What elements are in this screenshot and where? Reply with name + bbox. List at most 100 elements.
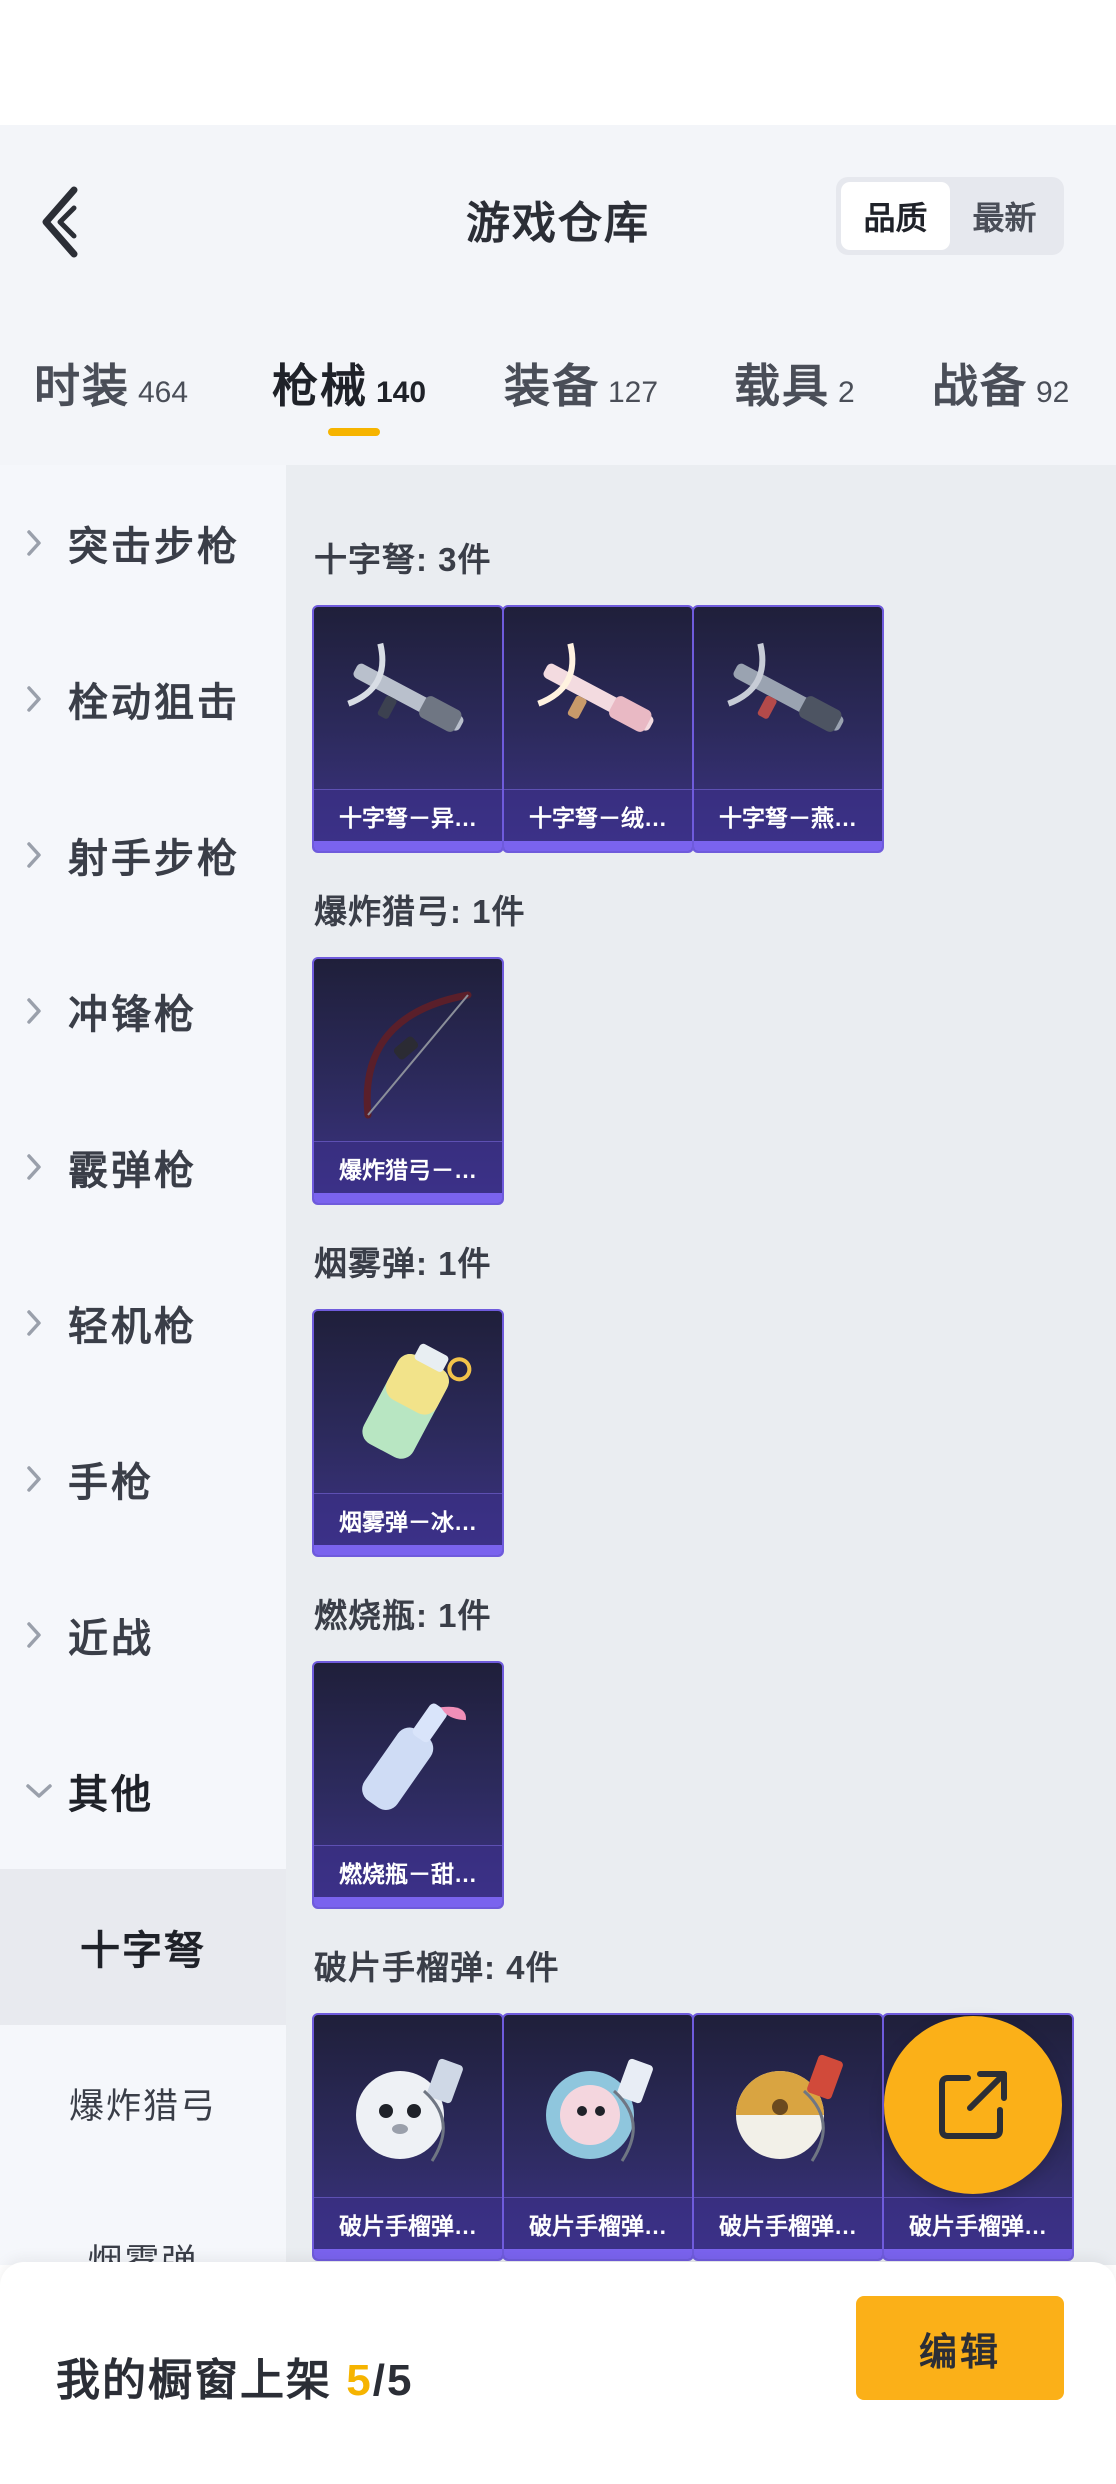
sidebar-item-bolt-sniper[interactable]: 栓动狙击 xyxy=(0,621,286,777)
sidebar-item-label: 射手步枪 xyxy=(68,837,240,881)
sidebar-item-label: 轻机枪 xyxy=(68,1305,197,1349)
tab-label: 装备 xyxy=(504,360,600,412)
tab-fashion[interactable]: 时装 464 xyxy=(34,350,188,416)
item-card[interactable]: 十字弩－绒… xyxy=(502,605,694,853)
sidebar-item-label: 其他 xyxy=(68,1773,154,1817)
rarity-bar xyxy=(504,2249,692,2259)
status-bar xyxy=(0,0,1116,125)
tab-count: 92 xyxy=(1036,376,1070,409)
sort-quality-option[interactable]: 品质 xyxy=(841,182,950,250)
item-name: 破片手榴弹… xyxy=(314,2197,502,2249)
sidebar-subitem-explosive-bow[interactable]: 爆炸猎弓 xyxy=(0,2025,286,2181)
active-tab-indicator xyxy=(328,428,380,436)
chevron-right-icon xyxy=(24,1308,60,1338)
chevron-right-icon xyxy=(24,1620,60,1650)
sidebar-item-label: 霰弹枪 xyxy=(68,1149,197,1193)
item-card[interactable]: 破片手榴弹… xyxy=(312,2013,504,2261)
crossbow-art xyxy=(314,607,502,789)
tab-combat-gear[interactable]: 战备 92 xyxy=(932,350,1069,416)
item-list: 十字弩: 3件 十字弩－异… 十字弩－绒… 十字弩－燕… 爆炸猎弓: 1件 爆炸… xyxy=(286,465,1116,2265)
card-row: 爆炸猎弓－… xyxy=(312,957,504,1205)
item-card[interactable]: 爆炸猎弓－… xyxy=(312,957,504,1205)
section-title: 爆炸猎弓: 1件 xyxy=(314,893,526,930)
chevron-right-icon xyxy=(24,1152,60,1182)
card-row: 烟雾弹－冰… xyxy=(312,1309,504,1557)
rarity-bar xyxy=(314,1193,502,1203)
item-name: 爆炸猎弓－… xyxy=(314,1141,502,1193)
section-title: 燃烧瓶: 1件 xyxy=(314,1597,492,1634)
tab-count: 127 xyxy=(608,376,659,409)
sidebar-subitem-crossbow[interactable]: 十字弩 xyxy=(0,1869,286,2025)
grenade-art xyxy=(694,2015,882,2197)
tab-equipment[interactable]: 装备 127 xyxy=(504,350,658,416)
rarity-bar xyxy=(314,841,502,851)
chevron-right-icon xyxy=(24,684,60,714)
item-card[interactable]: 燃烧瓶－甜… xyxy=(312,1661,504,1909)
section-title: 十字弩: 3件 xyxy=(314,541,492,578)
tab-label: 时装 xyxy=(34,360,130,412)
rarity-bar xyxy=(694,841,882,851)
item-card[interactable]: 烟雾弹－冰… xyxy=(312,1309,504,1557)
sidebar-item-marksman-rifle[interactable]: 射手步枪 xyxy=(0,777,286,933)
sort-toggle: 品质 最新 xyxy=(836,177,1064,255)
item-card[interactable]: 十字弩－燕… xyxy=(692,605,884,853)
item-name: 十字弩－燕… xyxy=(694,789,882,841)
sidebar-item-label: 手枪 xyxy=(68,1461,154,1505)
sidebar-item-shotgun[interactable]: 霰弹枪 xyxy=(0,1089,286,1245)
showcase-total: /5 xyxy=(372,2356,414,2405)
item-name: 破片手榴弹… xyxy=(884,2197,1072,2249)
section-title: 烟雾弹: 1件 xyxy=(314,1245,492,1282)
chevron-right-icon xyxy=(24,1464,60,1494)
chevron-right-icon xyxy=(24,840,60,870)
item-name: 十字弩－绒… xyxy=(504,789,692,841)
item-name: 烟雾弹－冰… xyxy=(314,1493,502,1545)
sidebar-item-assault-rifle[interactable]: 突击步枪 xyxy=(0,465,286,621)
sidebar-item-lmg[interactable]: 轻机枪 xyxy=(0,1245,286,1401)
crossbow-art xyxy=(504,607,692,789)
tab-label: 枪械 xyxy=(272,360,368,412)
sort-newest-option[interactable]: 最新 xyxy=(950,182,1059,250)
tab-count: 464 xyxy=(138,376,189,409)
edit-button[interactable]: 编辑 xyxy=(856,2296,1064,2400)
grenade-art xyxy=(314,2015,502,2197)
showcase-count: 5 xyxy=(346,2356,373,2405)
item-name: 十字弩－异… xyxy=(314,789,502,841)
sidebar-item-smg[interactable]: 冲锋枪 xyxy=(0,933,286,1089)
category-tabs: 时装 464 枪械 140 装备 127 载具 2 战备 92 xyxy=(0,310,1116,465)
tab-count: 140 xyxy=(376,376,427,409)
sidebar-item-other[interactable]: 其他 xyxy=(0,1713,286,1869)
chevron-right-icon xyxy=(24,528,60,558)
tab-count: 2 xyxy=(838,376,855,409)
smoke-grenade-art xyxy=(314,1311,502,1493)
sidebar-item-pistol[interactable]: 手枪 xyxy=(0,1401,286,1557)
item-name: 破片手榴弹… xyxy=(504,2197,692,2249)
tab-vehicles[interactable]: 载具 2 xyxy=(734,350,855,416)
item-name: 燃烧瓶－甜… xyxy=(314,1845,502,1897)
showcase-status: 我的橱窗上架 5/5 xyxy=(56,2344,413,2408)
tab-label: 载具 xyxy=(734,360,830,412)
item-card[interactable]: 破片手榴弹… xyxy=(502,2013,694,2261)
rarity-bar xyxy=(504,841,692,851)
grenade-art xyxy=(504,2015,692,2197)
tab-label: 战备 xyxy=(932,360,1028,412)
sidebar-item-label: 栓动狙击 xyxy=(68,681,240,725)
sidebar-item-label: 突击步枪 xyxy=(68,525,240,569)
molotov-art xyxy=(314,1663,502,1845)
header: 游戏仓库 品质 最新 xyxy=(0,125,1116,310)
share-button[interactable] xyxy=(884,2016,1062,2194)
showcase-label: 我的橱窗上架 xyxy=(56,2356,332,2405)
rarity-bar xyxy=(694,2249,882,2259)
item-card[interactable]: 破片手榴弹… xyxy=(692,2013,884,2261)
rarity-bar xyxy=(884,2249,1072,2259)
item-card[interactable]: 十字弩－异… xyxy=(312,605,504,853)
section-title: 破片手榴弹: 4件 xyxy=(314,1949,560,1986)
share-external-icon xyxy=(939,2071,1007,2139)
sidebar-item-label: 冲锋枪 xyxy=(68,993,197,1037)
rarity-bar xyxy=(314,1545,502,1555)
sidebar-subitem-smoke-grenade[interactable]: 烟雾弹 xyxy=(0,2181,286,2266)
sidebar-item-melee[interactable]: 近战 xyxy=(0,1557,286,1713)
card-row: 燃烧瓶－甜… xyxy=(312,1661,504,1909)
chevron-down-icon xyxy=(24,1781,60,1801)
tab-guns[interactable]: 枪械 140 xyxy=(272,350,426,416)
bow-art xyxy=(314,959,502,1141)
